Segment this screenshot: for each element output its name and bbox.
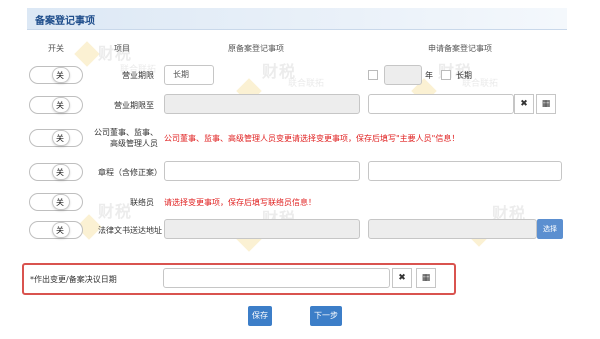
column-header-switch: 开关 [48, 44, 64, 53]
section-title: 备案登记事项 [35, 16, 95, 27]
next-step-button[interactable]: 下一步 [310, 306, 342, 326]
column-header-applied: 申请备案登记事项 [428, 44, 492, 53]
row-label-directors-line1: 公司董事、监事、 [94, 128, 158, 137]
toggle-label: 关 [56, 101, 64, 110]
save-button[interactable]: 保存 [248, 306, 272, 326]
clear-icon[interactable]: ✖ [514, 94, 534, 114]
original-term-end-field [164, 94, 360, 114]
column-header-item: 项目 [114, 44, 130, 53]
calendar-icon[interactable]: ▦ [416, 268, 436, 288]
term-end-date-input[interactable] [368, 94, 514, 114]
toggle-directors[interactable]: 关 [29, 129, 83, 147]
watermark-logo-icon [74, 41, 100, 67]
section-header: 备案登记事项 [27, 8, 567, 30]
row-label-directors-line2: 高级管理人员 [110, 139, 158, 148]
row-label-service-address: 法律文书送达地址 [98, 226, 162, 235]
toggle-label: 关 [56, 226, 64, 235]
row-label-articles: 章程（含修正案） [98, 168, 162, 177]
toggle-service-address[interactable]: 关 [29, 221, 83, 239]
original-articles-field [164, 161, 360, 181]
long-term-label: 长期 [456, 71, 472, 80]
calendar-icon[interactable]: ▦ [536, 94, 556, 114]
service-address-input[interactable] [368, 219, 537, 239]
toggle-label: 关 [56, 71, 64, 80]
toggle-label: 关 [56, 134, 64, 143]
articles-input[interactable] [368, 161, 562, 181]
original-service-address-field [164, 219, 360, 239]
row-label-business-term: 营业期限 [122, 71, 154, 80]
original-business-term-field: 长期 [164, 65, 214, 85]
toggle-business-term[interactable]: 关 [29, 66, 83, 84]
toggle-label: 关 [56, 198, 64, 207]
decision-date-input[interactable] [163, 268, 390, 288]
toggle-liaison[interactable]: 关 [29, 193, 83, 211]
clear-icon[interactable]: ✖ [392, 268, 412, 288]
row-label-business-term-end: 营业期限至 [114, 101, 154, 110]
row-label-directors: 公司董事、监事、 高级管理人员 [92, 127, 158, 149]
term-year-checkbox[interactable] [368, 70, 378, 80]
select-address-button[interactable]: 选择 [537, 219, 563, 239]
toggle-business-term-end[interactable]: 关 [29, 96, 83, 114]
decision-date-label: *作出变更/备案决议日期 [30, 275, 117, 284]
directors-notice: 公司董事、监事、高级管理人员变更请选择变更事项，保存后填写"主要人员"信息！ [164, 134, 460, 143]
toggle-articles[interactable]: 关 [29, 163, 83, 181]
year-unit-label: 年 [425, 71, 433, 80]
long-term-checkbox[interactable] [441, 70, 451, 80]
toggle-label: 关 [56, 168, 64, 177]
row-label-liaison: 联络员 [130, 198, 154, 207]
liaison-notice: 请选择变更事项，保存后填写联络员信息！ [164, 198, 316, 207]
watermark-subtext: 联合联拓 [288, 79, 325, 89]
column-header-original: 原备案登记事项 [228, 44, 284, 53]
term-years-input[interactable] [384, 65, 422, 85]
